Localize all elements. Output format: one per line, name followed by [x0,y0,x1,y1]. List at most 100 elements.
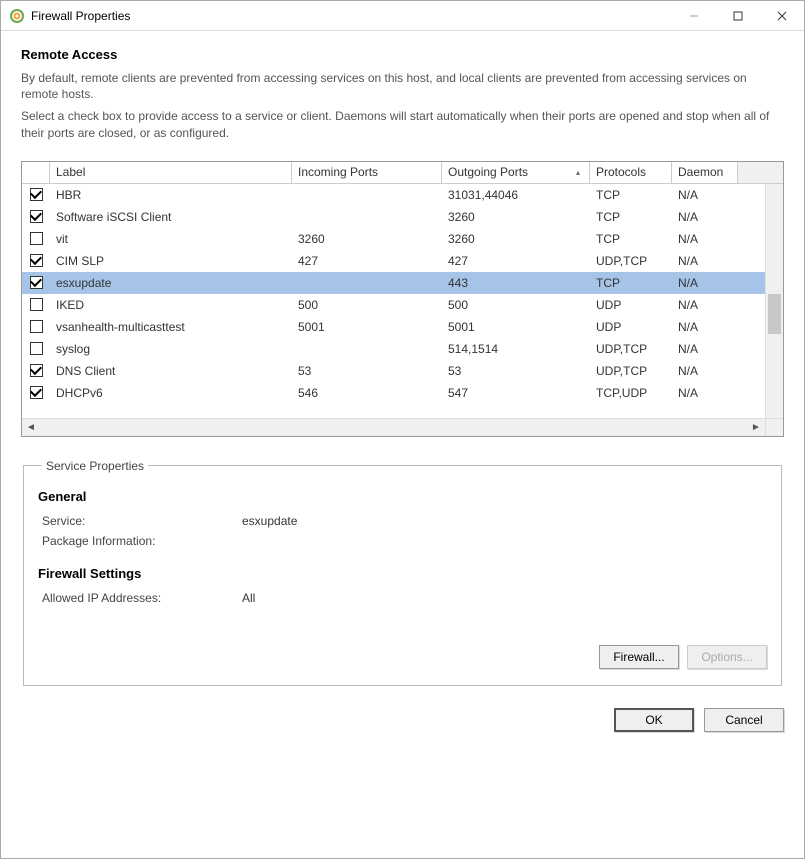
scroll-corner [765,418,783,436]
table-row[interactable]: vit32603260TCPN/A [22,228,765,250]
row-checkbox-cell [22,364,50,377]
horizontal-scrollbar[interactable]: ◄ ► [22,418,765,436]
options-button: Options... [687,645,767,669]
header-checkbox[interactable] [22,162,50,183]
maximize-button[interactable] [716,1,760,31]
row-outgoing-ports: 547 [442,386,590,400]
header-scroll-spacer [738,162,783,183]
row-outgoing-ports: 514,1514 [442,342,590,356]
row-daemon: N/A [672,342,738,356]
service-checkbox[interactable] [30,254,43,267]
header-incoming-ports[interactable]: Incoming Ports [292,162,442,183]
allowed-ip-row: Allowed IP Addresses: All [42,591,767,605]
row-outgoing-ports: 427 [442,254,590,268]
row-daemon: N/A [672,364,738,378]
row-checkbox-cell [22,342,50,355]
header-outgoing-ports[interactable]: Outgoing Ports ▴ [442,162,590,183]
header-protocols[interactable]: Protocols [590,162,672,183]
row-outgoing-ports: 3260 [442,210,590,224]
description-1: By default, remote clients are prevented… [21,70,784,102]
table-row[interactable]: syslog 514,1514UDP,TCPN/A [22,338,765,360]
table-row[interactable]: Software iSCSI Client3260TCPN/A [22,206,765,228]
row-outgoing-ports: 500 [442,298,590,312]
dialog-content: Remote Access By default, remote clients… [1,31,804,858]
row-label: DHCPv6 [50,386,292,400]
row-protocols: UDP,TCP [590,342,672,356]
services-list: Label Incoming Ports Outgoing Ports ▴ Pr… [21,161,784,437]
row-checkbox-cell [22,386,50,399]
firewall-properties-window: Firewall Properties Remote Access By def… [0,0,805,859]
row-outgoing-ports: 3260 [442,232,590,246]
allowed-ip-value: All [242,591,255,605]
row-label: vsanhealth-multicasttest [50,320,292,334]
ok-button[interactable]: OK [614,708,694,732]
table-scroll-area: HBR31031,44046TCPN/ASoftware iSCSI Clien… [22,184,783,436]
row-checkbox-cell [22,210,50,223]
package-row: Package Information: [42,534,767,548]
table-row[interactable]: DNS Client5353UDP,TCPN/A [22,360,765,382]
window-title: Firewall Properties [31,9,672,23]
row-daemon: N/A [672,232,738,246]
service-checkbox[interactable] [30,320,43,333]
service-checkbox[interactable] [30,276,43,289]
row-label: vit [50,232,292,246]
row-outgoing-ports: 31031,44046 [442,188,590,202]
table-row[interactable]: HBR31031,44046TCPN/A [22,184,765,206]
row-daemon: N/A [672,320,738,334]
row-protocols: TCP [590,210,672,224]
row-checkbox-cell [22,188,50,201]
dialog-buttons: OK Cancel [21,708,784,732]
sort-indicator-icon: ▴ [576,168,583,177]
title-bar: Firewall Properties [1,1,804,31]
table-rows: HBR31031,44046TCPN/ASoftware iSCSI Clien… [22,184,765,418]
row-label: CIM SLP [50,254,292,268]
scroll-right-icon[interactable]: ► [749,422,763,433]
service-checkbox[interactable] [30,342,43,355]
firewall-button[interactable]: Firewall... [599,645,679,669]
row-incoming-ports: 3260 [292,232,442,246]
header-label[interactable]: Label [50,162,292,183]
description-2: Select a check box to provide access to … [21,108,784,140]
row-incoming-ports: 500 [292,298,442,312]
section-heading: Remote Access [21,47,784,62]
row-daemon: N/A [672,386,738,400]
service-properties-legend: Service Properties [42,459,148,473]
minimize-button[interactable] [672,1,716,31]
app-icon [9,8,25,24]
service-checkbox[interactable] [30,210,43,223]
row-protocols: TCP [590,188,672,202]
service-checkbox[interactable] [30,188,43,201]
table-row[interactable]: esxupdate443TCPN/A [22,272,765,294]
row-label: IKED [50,298,292,312]
row-label: HBR [50,188,292,202]
scroll-left-icon[interactable]: ◄ [24,422,38,433]
service-checkbox[interactable] [30,364,43,377]
close-button[interactable] [760,1,804,31]
row-checkbox-cell [22,254,50,267]
service-checkbox[interactable] [30,298,43,311]
row-protocols: UDP [590,320,672,334]
table-row[interactable]: DHCPv6546547TCP,UDPN/A [22,382,765,404]
scrollbar-thumb[interactable] [768,294,781,334]
row-protocols: TCP [590,232,672,246]
service-label: Service: [42,514,242,528]
row-daemon: N/A [672,276,738,290]
table-row[interactable]: CIM SLP427427UDP,TCPN/A [22,250,765,272]
header-daemon[interactable]: Daemon [672,162,738,183]
vertical-scrollbar[interactable] [765,184,783,418]
table-row[interactable]: vsanhealth-multicasttest50015001UDPN/A [22,316,765,338]
row-label: syslog [50,342,292,356]
row-protocols: UDP,TCP [590,254,672,268]
cancel-button[interactable]: Cancel [704,708,784,732]
service-checkbox[interactable] [30,232,43,245]
header-outgoing-label: Outgoing Ports [448,165,528,179]
row-checkbox-cell [22,298,50,311]
table-row[interactable]: IKED500500UDPN/A [22,294,765,316]
row-outgoing-ports: 443 [442,276,590,290]
allowed-ip-label: Allowed IP Addresses: [42,591,242,605]
row-protocols: TCP [590,276,672,290]
row-incoming-ports: 546 [292,386,442,400]
row-protocols: TCP,UDP [590,386,672,400]
service-checkbox[interactable] [30,386,43,399]
service-buttons: Firewall... Options... [38,645,767,669]
